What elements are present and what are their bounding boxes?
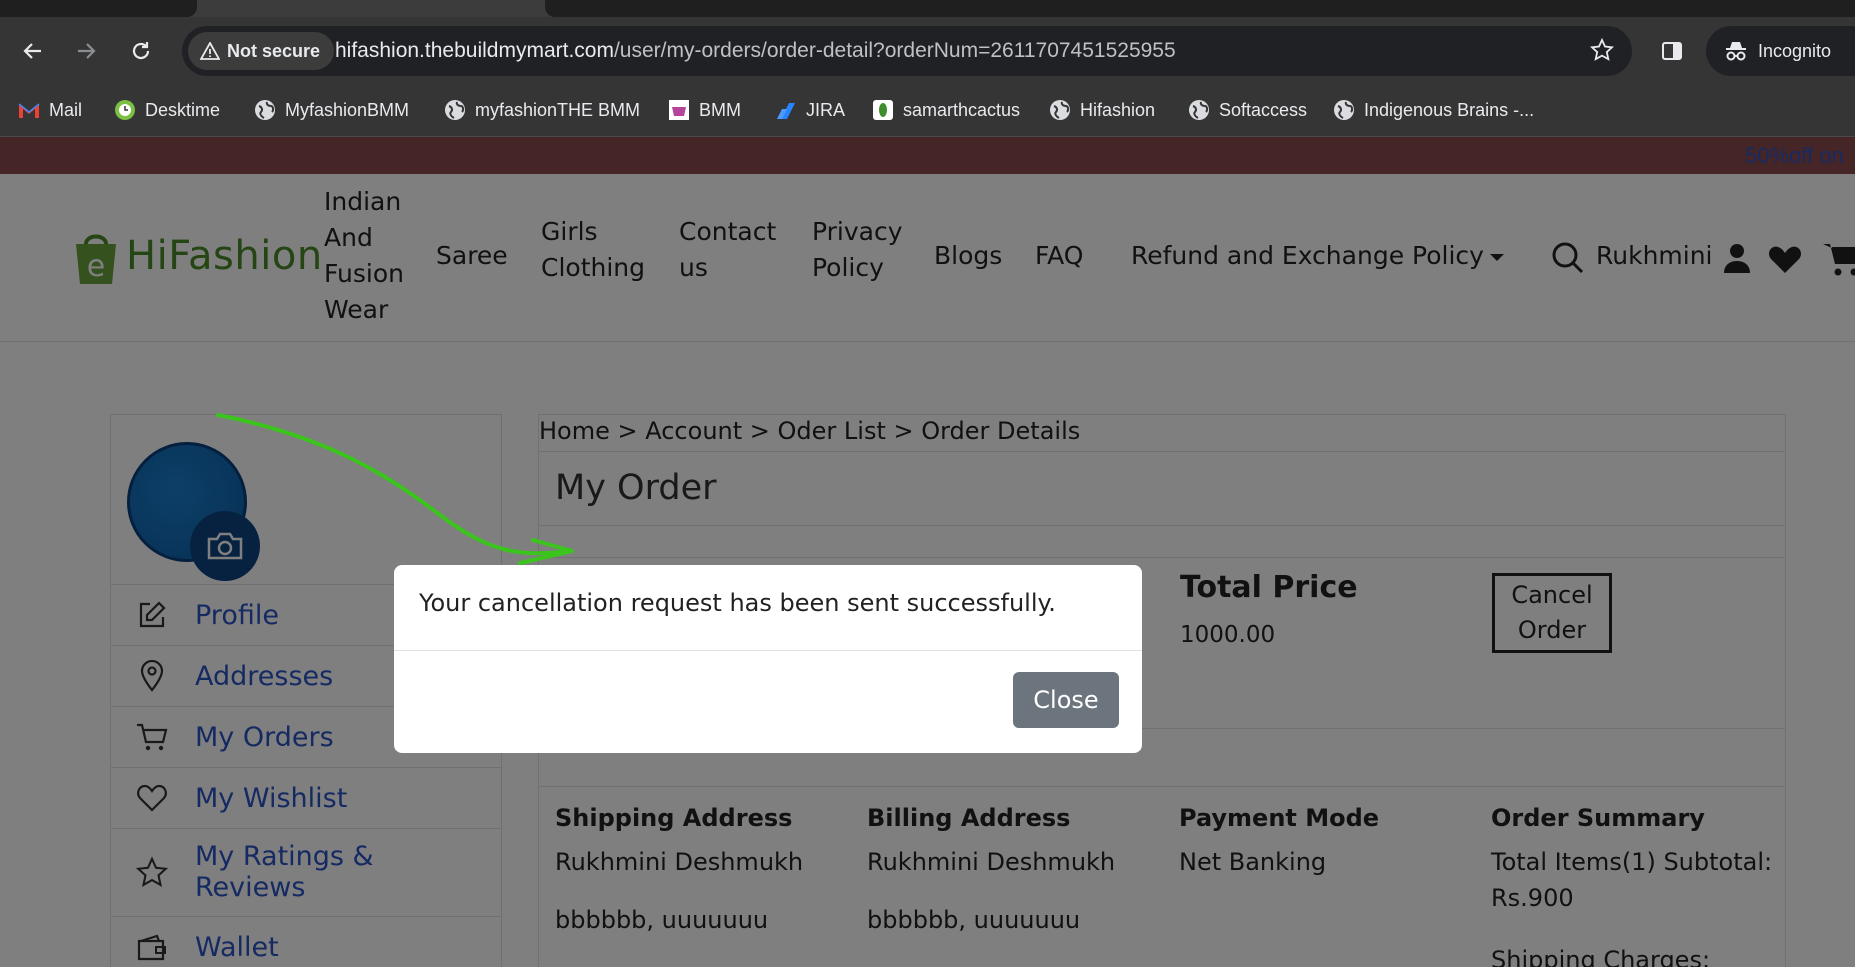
warning-triangle-icon — [200, 42, 220, 60]
bookmark-label: Desktime — [145, 99, 221, 120]
browser-tab[interactable] — [0, 0, 197, 17]
globe-icon — [1188, 99, 1210, 121]
bookmark-label: Mail — [49, 99, 83, 120]
not-secure-label: Not secure — [227, 40, 321, 61]
incognito-label: Incognito — [1758, 40, 1832, 61]
address-bar[interactable]: Not secure hifashion.thebuildmymart.com/… — [182, 26, 1632, 76]
close-button[interactable]: Close — [1013, 672, 1119, 728]
bookmark-mail[interactable]: Mail — [18, 95, 82, 125]
bookmark-hifashion[interactable]: Hifashion — [1049, 95, 1155, 125]
cactus-icon — [872, 99, 894, 121]
web-page: 50%off on e HiFashion Indian And Fusion … — [0, 137, 1855, 967]
modal-divider — [394, 650, 1142, 651]
browser-tab-area — [545, 0, 1855, 17]
bookmark-desktime[interactable]: Desktime — [114, 95, 220, 125]
reload-button[interactable] — [124, 34, 158, 68]
incognito-badge[interactable]: Incognito — [1706, 26, 1855, 76]
site-info-chip[interactable]: Not secure — [188, 32, 335, 70]
bookmark-samarthcactus[interactable]: samarthcactus — [872, 95, 1020, 125]
back-button[interactable] — [16, 34, 50, 68]
bookmark-bmm[interactable]: BMM — [668, 95, 741, 125]
forward-button[interactable] — [69, 34, 103, 68]
bookmark-star-button[interactable] — [1589, 37, 1615, 66]
bookmark-label: Softaccess — [1219, 99, 1308, 120]
bookmark-label: BMM — [699, 99, 741, 120]
bookmark-label: MyfashionBMM — [285, 99, 410, 120]
success-modal: Your cancellation request has been sent … — [394, 565, 1142, 753]
bookmark-label: JIRA — [806, 99, 846, 120]
globe-icon — [1049, 99, 1071, 121]
side-panel-button[interactable] — [1655, 34, 1689, 68]
url-text[interactable]: hifashion.thebuildmymart.com/user/my-ord… — [335, 39, 1176, 63]
url-host: hifashion.thebuildmymart.com — [335, 39, 614, 62]
back-arrow-icon — [23, 43, 41, 59]
bookmark-label: myfashionTHE BMM — [475, 99, 641, 120]
browser-tabstrip — [0, 0, 1855, 17]
modal-backdrop[interactable] — [0, 137, 1855, 967]
globe-icon — [444, 99, 466, 121]
bookmark-softaccess[interactable]: Softaccess — [1188, 95, 1307, 125]
star-outline-icon — [1589, 37, 1615, 61]
globe-icon — [254, 99, 276, 121]
browser-toolbar: Not secure hifashion.thebuildmymart.com/… — [0, 17, 1855, 85]
url-path: /user/my-orders/order-detail?orderNum=26… — [613, 39, 1176, 62]
desktime-icon — [114, 99, 136, 121]
bookmark-jira[interactable]: JIRA — [775, 95, 845, 125]
bookmark-label: Indigenous Brains -... — [1364, 99, 1535, 120]
reload-icon — [132, 42, 150, 60]
forward-arrow-icon — [78, 43, 96, 59]
bookmark-label: Hifashion — [1080, 99, 1156, 120]
bookmarks-bar: Mail Desktime MyfashionBMM myfashionTHE … — [0, 85, 1855, 137]
incognito-icon — [1726, 42, 1746, 61]
bookmark-myfashionbmm[interactable]: MyfashionBMM — [254, 95, 409, 125]
bookmark-label: samarthcactus — [903, 99, 1021, 120]
side-panel-icon — [1662, 42, 1682, 60]
bookmark-indigenous-brains[interactable]: Indigenous Brains -... — [1333, 95, 1534, 125]
globe-icon — [1333, 99, 1355, 121]
bmm-icon — [668, 99, 690, 121]
bookmark-myfashionthebmm[interactable]: myfashionTHE BMM — [444, 95, 640, 125]
jira-icon — [775, 99, 797, 121]
gmail-icon — [18, 99, 40, 121]
modal-message: Your cancellation request has been sent … — [419, 589, 1056, 617]
